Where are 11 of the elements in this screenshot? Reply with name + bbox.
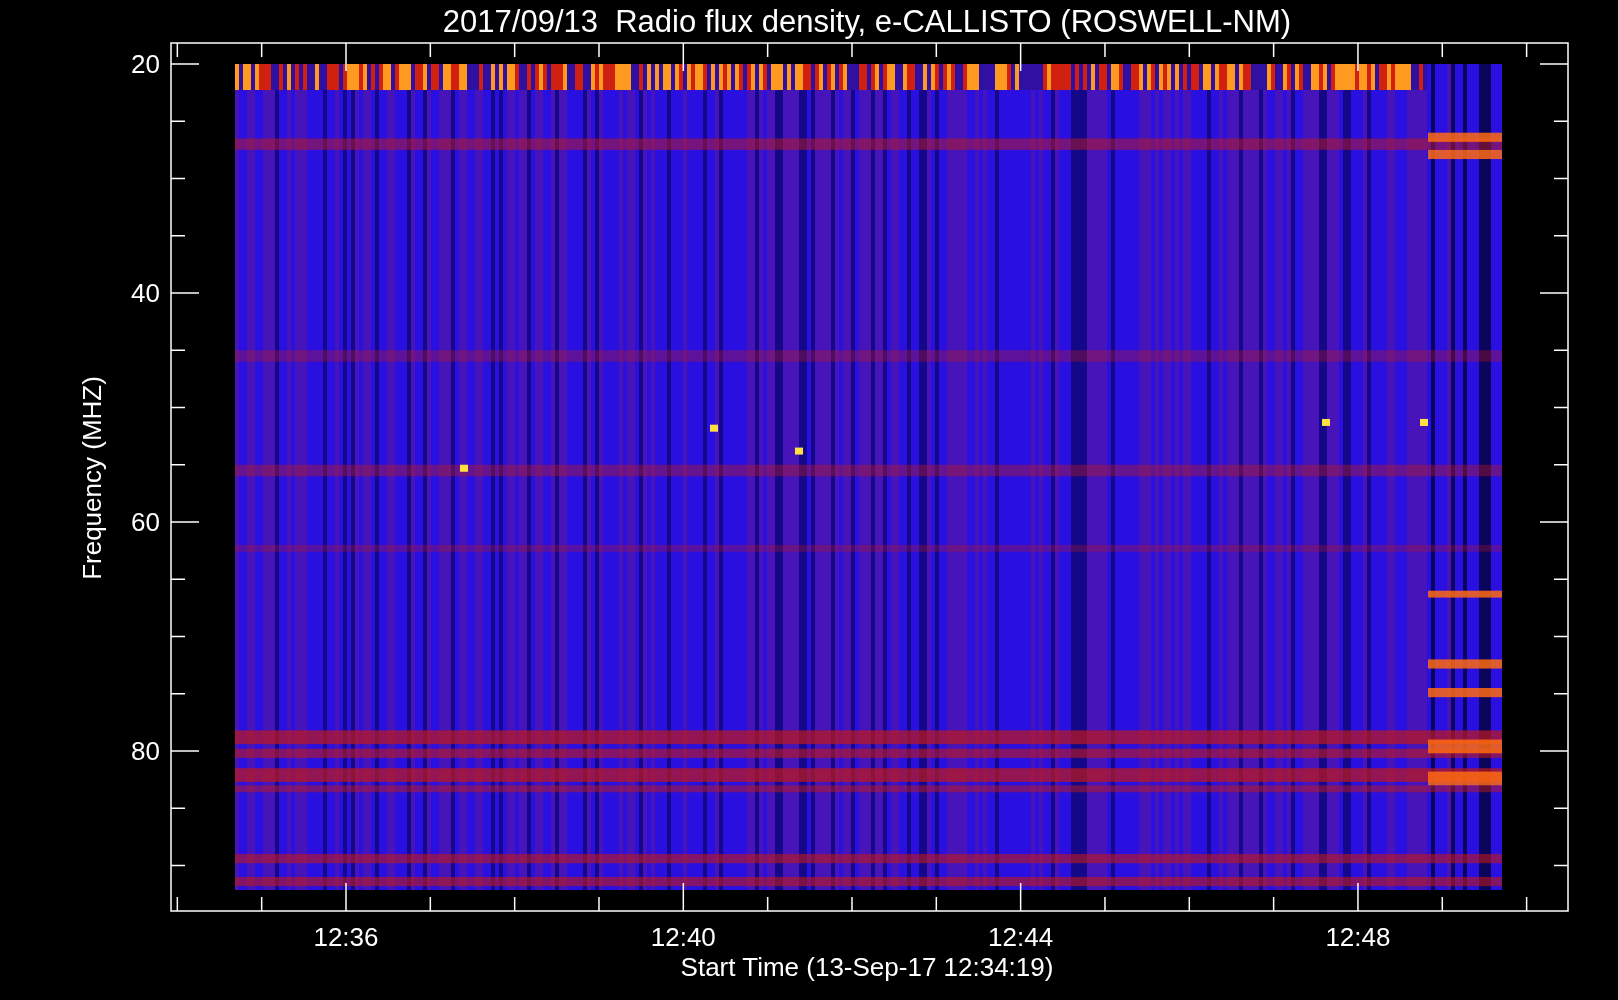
y-axis-title: Frequency (MHZ) <box>77 376 107 580</box>
axis-tick-label: 12:44 <box>988 922 1054 952</box>
axis-tick-label: 80 <box>131 736 160 766</box>
axis-tick-label: 40 <box>131 278 160 308</box>
axis-tick-label: 12:36 <box>313 922 379 952</box>
axis-tick-label: 12:48 <box>1325 922 1391 952</box>
axis-tick-label: 12:40 <box>650 922 716 952</box>
chart-title: 2017/09/13 Radio flux density, e-CALLISTO (ROSWELL-NM) <box>442 4 1292 39</box>
x-axis-title: Start Time (13-Sep-17 12:34:19) <box>680 952 1054 982</box>
axis-tick-label: 20 <box>131 49 160 79</box>
axis-tick-label: 60 <box>131 507 160 537</box>
